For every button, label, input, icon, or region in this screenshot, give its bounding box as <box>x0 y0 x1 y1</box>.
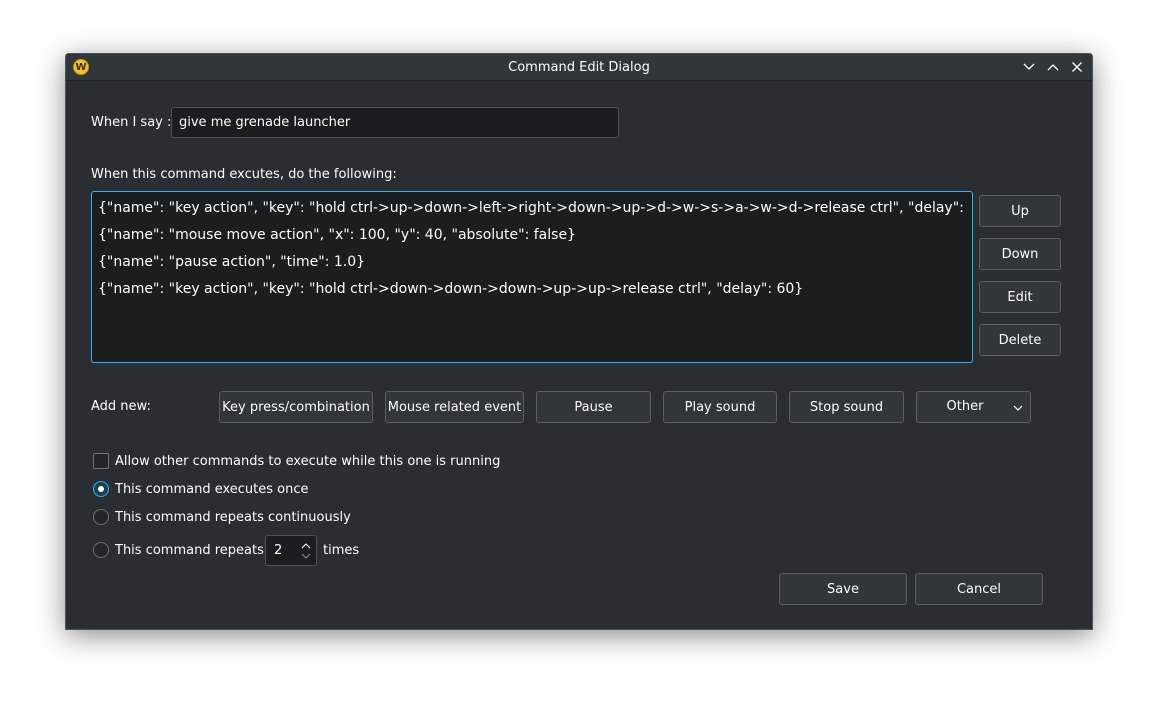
executes-once-radio[interactable] <box>93 481 109 497</box>
window-title: Command Edit Dialog <box>508 60 650 75</box>
times-label: times <box>323 543 360 558</box>
trigger-label: When I say : <box>91 115 172 130</box>
spin-up-down-icon[interactable] <box>300 540 312 562</box>
repeat-count-value[interactable]: 2 <box>274 536 282 565</box>
add-pause-button[interactable]: Pause <box>536 391 651 423</box>
move-down-button[interactable]: Down <box>979 238 1061 270</box>
repeat-count-spinbox[interactable]: 2 <box>265 535 317 566</box>
repeats-continuously-label: This command repeats continuously <box>115 510 351 525</box>
action-line[interactable]: {"name": "mouse move action", "x": 100, … <box>98 222 966 249</box>
repeats-n-times-label: This command repeats <box>115 543 264 558</box>
action-line[interactable]: {"name": "pause action", "time": 1.0} <box>98 249 966 276</box>
chevron-down-icon <box>1013 405 1023 411</box>
other-dropdown-label: Other <box>946 399 984 414</box>
executes-once-label: This command executes once <box>115 482 309 497</box>
add-key-press-button[interactable]: Key press/combination <box>219 391 373 423</box>
move-up-button[interactable]: Up <box>979 195 1061 227</box>
command-edit-dialog: W Command Edit Dialog When I say : When … <box>65 53 1093 630</box>
add-new-label: Add new: <box>91 399 151 414</box>
allow-concurrent-checkbox[interactable] <box>93 453 109 469</box>
add-stop-sound-button[interactable]: Stop sound <box>789 391 904 423</box>
action-line[interactable]: {"name": "key action", "key": "hold ctrl… <box>98 195 966 222</box>
trigger-phrase-input[interactable] <box>171 107 619 138</box>
add-mouse-event-button[interactable]: Mouse related event <box>385 391 524 423</box>
title-bar: W Command Edit Dialog <box>66 54 1092 81</box>
add-play-sound-button[interactable]: Play sound <box>663 391 777 423</box>
close-icon[interactable] <box>1069 59 1085 75</box>
repeats-continuously-radio[interactable] <box>93 509 109 525</box>
allow-concurrent-label: Allow other commands to execute while th… <box>115 454 501 469</box>
maximize-chevron-up-icon[interactable] <box>1045 59 1061 75</box>
actions-list-editor[interactable]: {"name": "key action", "key": "hold ctrl… <box>91 191 973 363</box>
repeats-n-times-radio[interactable] <box>93 542 109 558</box>
add-other-dropdown[interactable]: Other <box>916 391 1031 423</box>
cancel-button[interactable]: Cancel <box>915 573 1043 605</box>
action-line[interactable]: {"name": "key action", "key": "hold ctrl… <box>98 276 966 303</box>
edit-action-button[interactable]: Edit <box>979 281 1061 313</box>
delete-action-button[interactable]: Delete <box>979 324 1061 356</box>
actions-label: When this command excutes, do the follow… <box>91 167 397 182</box>
save-button[interactable]: Save <box>779 573 907 605</box>
minimize-chevron-down-icon[interactable] <box>1021 59 1037 75</box>
